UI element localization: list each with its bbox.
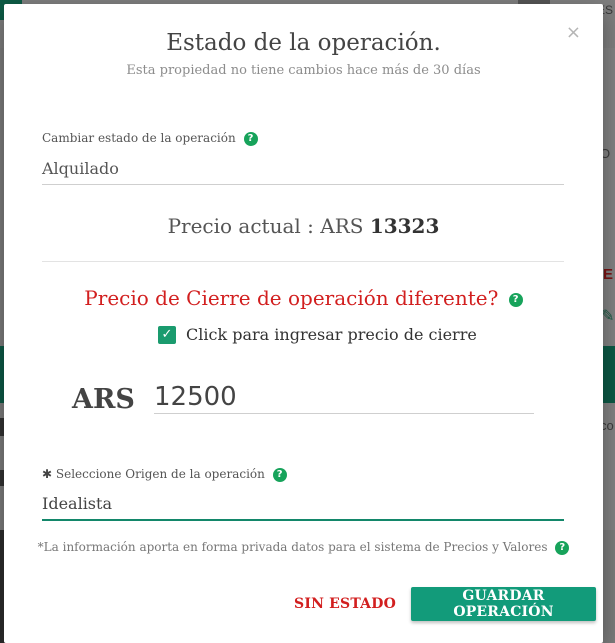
closing-price-input[interactable] xyxy=(154,380,534,414)
footnote-text: *La información aporta en forma privada … xyxy=(37,540,548,554)
currency-label: ARS xyxy=(72,384,135,415)
closing-price-question-row: Precio de Cierre de operación diferente?… xyxy=(4,286,603,310)
help-icon[interactable]: ? xyxy=(555,540,570,555)
status-select[interactable]: Alquilado xyxy=(42,159,564,185)
closing-price-checkbox[interactable]: ✓ xyxy=(158,325,176,344)
current-price-prefix: Precio actual : ARS xyxy=(167,214,364,238)
origin-field-label: Seleccione Origen de la operación xyxy=(55,467,265,481)
pencil-icon: ✎ xyxy=(601,306,615,325)
closing-price-question: Precio de Cierre de operación diferente? xyxy=(84,286,499,310)
help-icon[interactable]: ? xyxy=(272,467,287,482)
status-field-label-row: Cambiar estado de la operación ? xyxy=(42,131,258,146)
origin-select[interactable]: Idealista xyxy=(42,494,564,521)
modal-title: Estado de la operación. xyxy=(166,30,441,56)
help-icon[interactable]: ? xyxy=(243,131,258,146)
current-price-amount: 13323 xyxy=(369,214,440,238)
footnote-row: *La información aporta en forma privada … xyxy=(4,540,603,555)
divider xyxy=(42,261,564,262)
closing-price-checkbox-row[interactable]: ✓ Click para ingresar precio de cierre xyxy=(158,325,477,344)
help-icon[interactable]: ? xyxy=(508,292,523,307)
closing-price-checkbox-label: Click para ingresar precio de cierre xyxy=(186,325,477,344)
save-operation-button[interactable]: GUARDAR OPERACIÓN xyxy=(411,587,596,621)
status-field-label: Cambiar estado de la operación xyxy=(42,131,236,145)
required-icon: ✱ xyxy=(42,467,53,481)
background-red-text: E xyxy=(603,266,614,283)
operation-status-modal: × Estado de la operación. Esta propiedad… xyxy=(4,4,603,643)
origin-field-label-row: ✱ Seleccione Origen de la operación ? xyxy=(42,467,287,482)
no-status-button[interactable]: SIN ESTADO xyxy=(294,587,396,621)
current-price: Precio actual : ARS 13323 xyxy=(4,214,603,238)
modal-subtitle: Esta propiedad no tiene cambios hace más… xyxy=(126,63,481,78)
